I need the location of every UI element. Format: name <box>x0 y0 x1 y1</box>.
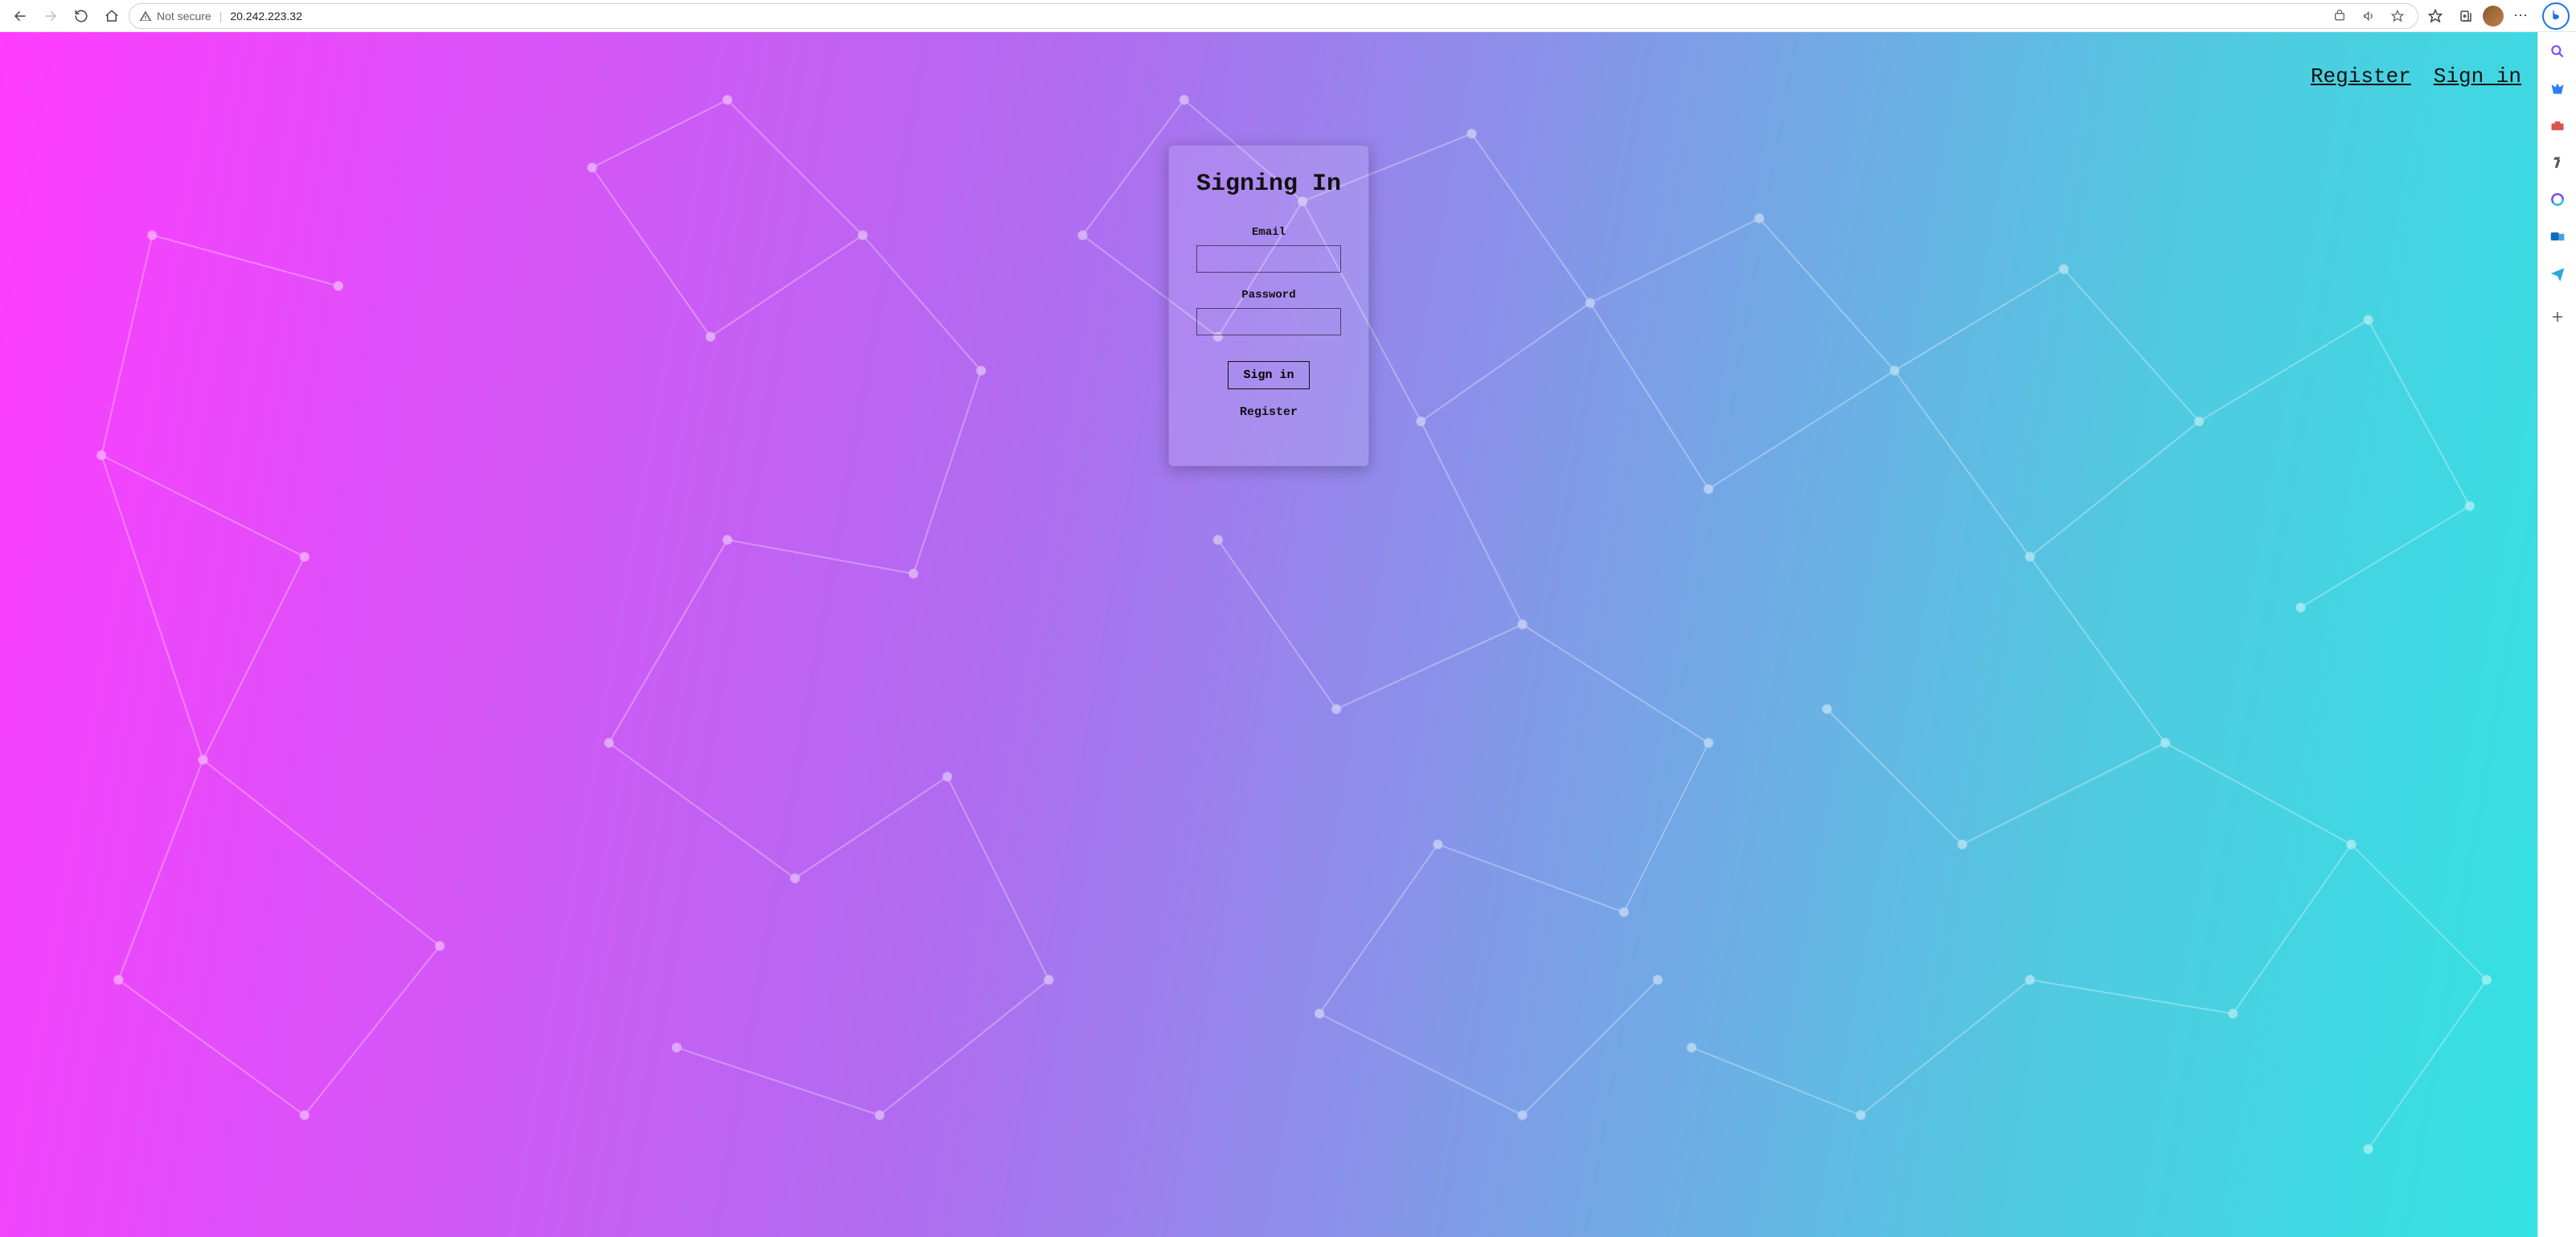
password-label: Password <box>1187 289 1351 302</box>
nav-signin-link[interactable]: Sign in <box>2434 64 2521 88</box>
nav-register-link[interactable]: Register <box>2311 64 2411 88</box>
sidebar-outlook-icon[interactable] <box>2548 227 2567 246</box>
page-viewport: Register Sign in Signing In Email Passwo… <box>0 32 2537 1237</box>
read-aloud-icon[interactable] <box>2358 6 2379 27</box>
address-separator: | <box>219 10 223 23</box>
email-label: Email <box>1187 226 1351 239</box>
security-indicator[interactable]: Not secure <box>139 10 211 23</box>
sidebar-games-icon[interactable] <box>2548 153 2567 172</box>
sidebar-search-icon[interactable] <box>2548 42 2567 61</box>
url-text: 20.242.223.32 <box>230 10 302 23</box>
home-button[interactable] <box>98 3 125 29</box>
email-input[interactable] <box>1196 245 1341 273</box>
browser-toolbar: Not secure | 20.242.223.32 ⋯ <box>0 0 2576 32</box>
sidebar-send-icon[interactable] <box>2548 264 2567 283</box>
sidebar-tools-icon[interactable] <box>2548 116 2567 135</box>
add-favorite-icon[interactable] <box>2387 6 2408 27</box>
more-button[interactable]: ⋯ <box>2507 3 2534 29</box>
sidebar-shopping-icon[interactable] <box>2548 79 2567 98</box>
profile-avatar[interactable] <box>2483 6 2504 27</box>
top-nav: Register Sign in <box>2311 64 2521 88</box>
password-input[interactable] <box>1196 308 1341 335</box>
collections-button[interactable] <box>2452 3 2480 29</box>
password-group: Password <box>1187 289 1351 335</box>
edge-sidebar <box>2537 32 2576 1237</box>
favorites-button[interactable] <box>2422 3 2449 29</box>
address-bar[interactable]: Not secure | 20.242.223.32 <box>129 3 2418 29</box>
bing-chat-button[interactable] <box>2542 2 2570 30</box>
shopping-icon[interactable] <box>2329 6 2350 27</box>
sidebar-add-icon[interactable] <box>2548 307 2567 327</box>
sidebar-office-icon[interactable] <box>2548 190 2567 209</box>
signin-button[interactable]: Sign in <box>1228 361 1309 389</box>
not-secure-label: Not secure <box>157 10 211 23</box>
card-title: Signing In <box>1187 170 1351 200</box>
email-group: Email <box>1187 226 1351 273</box>
signin-card: Signing In Email Password Sign in Regist… <box>1168 145 1369 466</box>
warning-icon <box>139 10 152 23</box>
card-register-link[interactable]: Register <box>1187 405 1351 419</box>
forward-button[interactable] <box>37 3 64 29</box>
refresh-button[interactable] <box>68 3 95 29</box>
back-button[interactable] <box>6 3 34 29</box>
